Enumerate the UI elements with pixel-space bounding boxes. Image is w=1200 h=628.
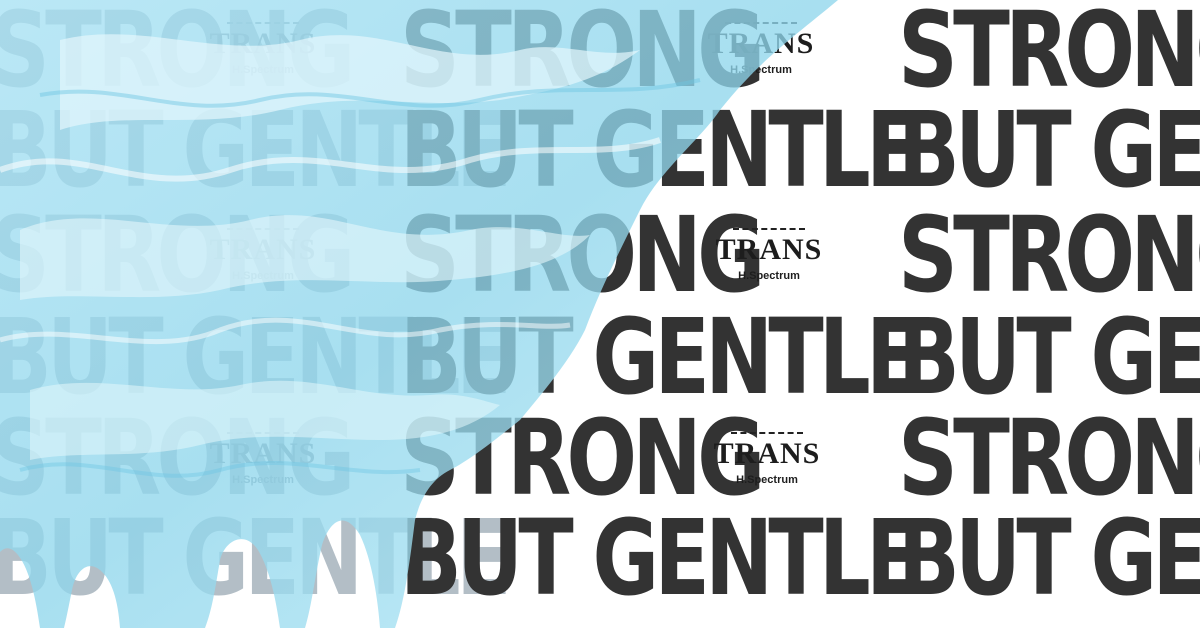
phrase-but-gentle: BUT GENTLE — [400, 89, 921, 211]
poster-canvas: STRONG BUT GENTLE STRONG BUT GENTLE STRO… — [0, 0, 1200, 628]
trans-spectrum-logo: TRANS H.Spectrum — [696, 22, 826, 76]
dashed-rule-icon — [227, 22, 299, 24]
phrase-but-gentle: BUT GENTLE — [898, 89, 1200, 211]
phrase-strong: STRONG — [898, 194, 1200, 316]
dashed-rule-icon — [227, 228, 299, 230]
phrase-but-gentle: BUT GENTLE — [898, 497, 1200, 619]
logo-word: TRANS — [209, 437, 317, 470]
phrase-but-gentle: BUT GENTLE — [400, 497, 921, 619]
phrase-but-gentle: BUT GENTLE — [898, 296, 1200, 418]
logo-word: TRANS — [707, 27, 815, 60]
trans-spectrum-logo: TRANS H.Spectrum — [704, 228, 834, 282]
trans-spectrum-logo: TRANS H.Spectrum — [198, 228, 328, 282]
dashed-rule-icon — [733, 228, 805, 230]
trans-spectrum-logo: TRANS H.Spectrum — [702, 432, 832, 486]
trans-spectrum-logo: TRANS H.Spectrum — [198, 22, 328, 76]
trans-spectrum-logo: TRANS H.Spectrum — [198, 432, 328, 486]
phrase-strong: STRONG — [898, 0, 1200, 111]
logo-subtitle: H.Spectrum — [738, 270, 800, 282]
logo-subtitle: H.Spectrum — [232, 270, 294, 282]
dashed-rule-icon — [725, 22, 797, 24]
logo-word: TRANS — [209, 27, 317, 60]
phrase-strong: STRONG — [898, 397, 1200, 519]
logo-subtitle: H.Spectrum — [736, 474, 798, 486]
logo-word: TRANS — [715, 233, 823, 266]
dashed-rule-icon — [731, 432, 803, 434]
logo-subtitle: H.Spectrum — [232, 474, 294, 486]
logo-word: TRANS — [209, 233, 317, 266]
dashed-rule-icon — [227, 432, 299, 434]
phrase-but-gentle: BUT GENTLE — [400, 296, 921, 418]
logo-subtitle: H.Spectrum — [730, 64, 792, 76]
logo-word: TRANS — [713, 437, 821, 470]
logo-subtitle: H.Spectrum — [232, 64, 294, 76]
